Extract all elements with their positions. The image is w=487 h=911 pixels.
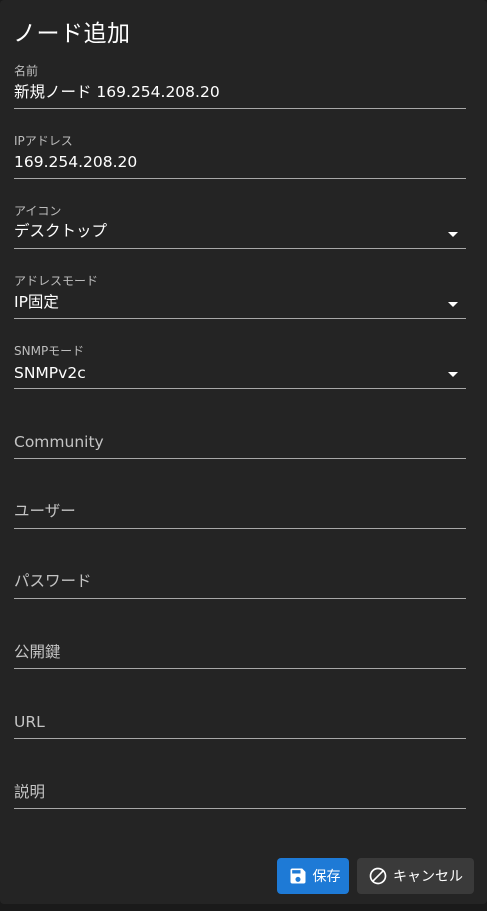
save-button-label: 保存	[312, 869, 341, 885]
chevron-down-icon[interactable]	[448, 372, 458, 377]
public-key-input[interactable]: 公開鍵	[14, 642, 61, 662]
ip-address-label: IPアドレス	[14, 134, 73, 148]
save-button[interactable]: 保存	[277, 858, 349, 894]
address-mode-select[interactable]: アドレスモード IP固定	[14, 274, 466, 320]
user-input[interactable]: ユーザー	[14, 501, 76, 521]
password-underline	[14, 598, 466, 599]
icon-select-label: アイコン	[14, 204, 62, 218]
description-underline	[14, 808, 466, 809]
add-node-dialog: ノード追加 名前 新規ノード 169.254.208.20 IPアドレス 169…	[0, 0, 487, 904]
description-field[interactable]: 説明	[14, 770, 466, 810]
url-underline	[14, 738, 466, 739]
snmp-mode-value[interactable]: SNMPv2c	[14, 363, 86, 383]
password-input[interactable]: パスワード	[14, 571, 92, 591]
address-mode-label: アドレスモード	[14, 274, 99, 288]
ip-address-field[interactable]: IPアドレス 169.254.208.20	[14, 134, 466, 180]
snmp-mode-label: SNMPモード	[14, 344, 85, 358]
community-underline	[14, 458, 466, 459]
url-field[interactable]: URL	[14, 700, 466, 740]
ip-address-input[interactable]: 169.254.208.20	[14, 152, 137, 172]
icon-select-underline	[14, 248, 466, 249]
name-field[interactable]: 名前 新規ノード 169.254.208.20	[14, 64, 466, 110]
address-mode-underline	[14, 318, 466, 319]
cancel-circle-icon	[369, 867, 387, 885]
password-field[interactable]: パスワード	[14, 560, 466, 600]
ip-address-underline	[14, 178, 466, 179]
community-input[interactable]: Community	[14, 432, 104, 452]
cancel-button-label: キャンセル	[393, 869, 463, 885]
snmp-mode-underline	[14, 388, 466, 389]
name-underline	[14, 108, 466, 109]
user-underline	[14, 528, 466, 529]
name-input[interactable]: 新規ノード 169.254.208.20	[14, 82, 220, 102]
icon-select[interactable]: アイコン デスクトップ	[14, 204, 466, 250]
dialog-title: ノード追加	[13, 21, 131, 47]
public-key-underline	[14, 668, 466, 669]
floppy-disk-icon	[290, 868, 305, 884]
user-field[interactable]: ユーザー	[14, 490, 466, 530]
community-field[interactable]: Community	[14, 420, 466, 460]
description-input[interactable]: 説明	[14, 782, 45, 802]
cancel-button[interactable]: キャンセル	[357, 858, 474, 894]
name-label: 名前	[14, 64, 39, 78]
public-key-field[interactable]: 公開鍵	[14, 630, 466, 670]
snmp-mode-select[interactable]: SNMPモード SNMPv2c	[14, 344, 466, 390]
address-mode-value[interactable]: IP固定	[14, 292, 59, 312]
url-input[interactable]: URL	[14, 712, 45, 732]
icon-select-value[interactable]: デスクトップ	[14, 221, 107, 241]
chevron-down-icon[interactable]	[448, 232, 458, 237]
chevron-down-icon[interactable]	[448, 302, 458, 307]
